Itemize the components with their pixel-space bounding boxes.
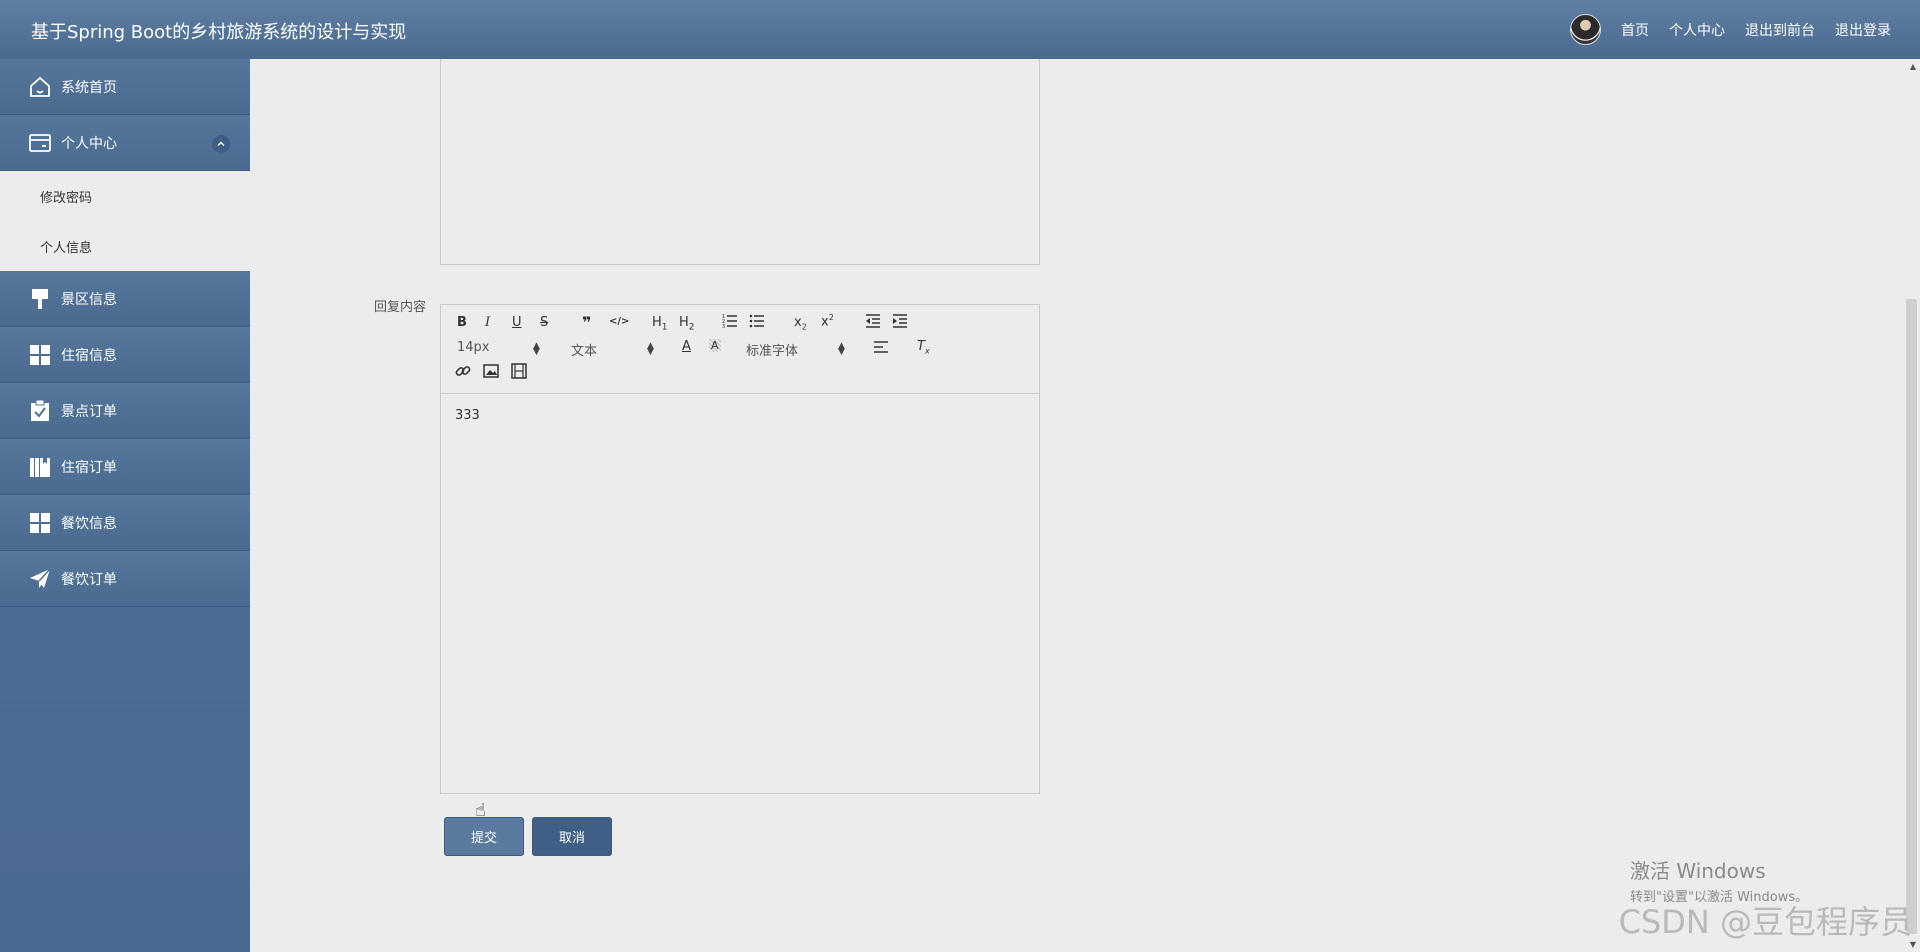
video-icon[interactable] [511,363,527,383]
hand-cursor-icon: ☝ [475,800,486,821]
sidebar-subitem-personal-info[interactable]: 个人信息 [0,221,250,271]
paper-plane-icon [27,566,53,592]
font-size-select[interactable]: 14px ▲ ▼ [457,340,541,357]
bullet-list-icon[interactable] [749,313,765,333]
sidebar: 系统首页 个人中心 修改密码 个人信息 景区信息 住宿信息 景点订单 住宿订单 … [0,59,250,952]
ordered-list-icon[interactable]: 123 [722,313,738,333]
submit-button[interactable]: 提交 [444,817,524,856]
nav-personal-center-link[interactable]: 个人中心 [1669,20,1725,40]
sidebar-item-lodging-orders[interactable]: 住宿订单 [0,439,250,495]
sidebar-item-dining-info[interactable]: 餐饮信息 [0,495,250,551]
heading1-icon[interactable]: H1 [652,315,668,333]
editor-toolbar: B I U S ❞ </> H1 H2 123 x2 x2 14px ▲ ▼ 文… [441,305,1039,394]
underline-icon[interactable]: U [512,315,522,330]
books-icon [27,454,53,480]
cancel-button[interactable]: 取消 [532,817,612,856]
top-bar: 基于Spring Boot的乡村旅游系统的设计与实现 首页 个人中心 退出到前台… [0,0,1920,59]
grid-icon [27,342,53,368]
select-arrows-icon: ▲ ▼ [838,341,845,357]
sidebar-item-label: 餐饮信息 [61,515,117,532]
vertical-scrollbar[interactable]: ▲ ▼ [1903,59,1920,952]
card-icon [27,130,53,156]
clear-format-icon[interactable]: Tx [917,339,930,356]
sidebar-item-lodging-info[interactable]: 住宿信息 [0,327,250,383]
sidebar-item-label: 个人中心 [61,135,117,152]
sidebar-item-label: 系统首页 [61,79,117,96]
rich-text-editor: B I U S ❞ </> H1 H2 123 x2 x2 14px ▲ ▼ 文… [440,304,1040,794]
editor-content-area[interactable]: 333 [441,394,1039,437]
superscript-icon[interactable]: x2 [821,313,834,329]
subscript-icon[interactable]: x2 [794,315,807,332]
italic-icon[interactable]: I [485,315,490,330]
main-content: 回复内容 B I U S ❞ </> H1 H2 123 x2 x2 14px … [250,59,1920,952]
outdent-icon[interactable] [865,313,881,333]
submenu-personal-center: 修改密码 个人信息 [0,171,250,271]
grid-icon [27,510,53,536]
select-arrows-icon: ▲ ▼ [647,341,654,357]
sidebar-item-dining-orders[interactable]: 餐饮订单 [0,551,250,607]
content-textarea[interactable] [440,59,1040,265]
paragraph-select[interactable]: 文本 ▲ ▼ [571,340,655,360]
scroll-up-icon[interactable]: ▲ [1910,62,1916,71]
clipboard-check-icon [27,398,53,424]
heading2-icon[interactable]: H2 [679,315,695,333]
reply-content-label: 回复内容 [374,300,427,315]
sidebar-item-label: 景点订单 [61,403,117,420]
sidebar-item-personal-center[interactable]: 个人中心 [0,115,250,171]
font-family-select[interactable]: 标准字体 ▲ ▼ [746,340,846,360]
nav-exit-to-front-link[interactable]: 退出到前台 [1745,20,1815,40]
sidebar-subitem-change-password[interactable]: 修改密码 [0,171,250,221]
blockquote-icon[interactable]: ❞ [582,313,591,332]
sidebar-item-label: 景区信息 [61,291,117,308]
nav-home-link[interactable]: 首页 [1621,20,1649,40]
sidebar-item-home[interactable]: 系统首页 [0,59,250,115]
align-left-icon[interactable] [873,339,889,359]
svg-text:3: 3 [722,324,725,329]
sidebar-item-label: 餐饮订单 [61,571,117,588]
brush-icon [27,286,53,312]
avatar[interactable] [1570,14,1601,45]
nav-logout-link[interactable]: 退出登录 [1835,20,1891,40]
select-arrows-icon: ▲ ▼ [533,341,540,357]
sidebar-item-scenic-info[interactable]: 景区信息 [0,271,250,327]
strikethrough-icon[interactable]: S [540,315,548,330]
image-icon[interactable] [483,363,499,383]
scrollbar-thumb[interactable] [1906,299,1917,934]
home-icon [27,74,53,100]
indent-icon[interactable] [892,313,908,333]
font-color-icon[interactable]: A [682,339,691,354]
app-title: 基于Spring Boot的乡村旅游系统的设计与实现 [31,22,407,43]
bold-icon[interactable]: B [457,315,467,330]
top-nav: 首页 个人中心 退出到前台 退出登录 [1570,14,1891,45]
link-icon[interactable] [455,363,471,383]
code-block-icon[interactable]: </> [609,316,629,327]
watermark-title: 激活 Windows [1630,859,1766,883]
background-color-icon[interactable]: A [709,339,721,352]
csdn-watermark: CSDN @豆包程序员 [1618,903,1912,941]
sidebar-item-label: 住宿信息 [61,347,117,364]
sidebar-item-label: 住宿订单 [61,459,117,476]
chevron-up-icon[interactable] [212,135,230,153]
sidebar-item-scenic-orders[interactable]: 景点订单 [0,383,250,439]
